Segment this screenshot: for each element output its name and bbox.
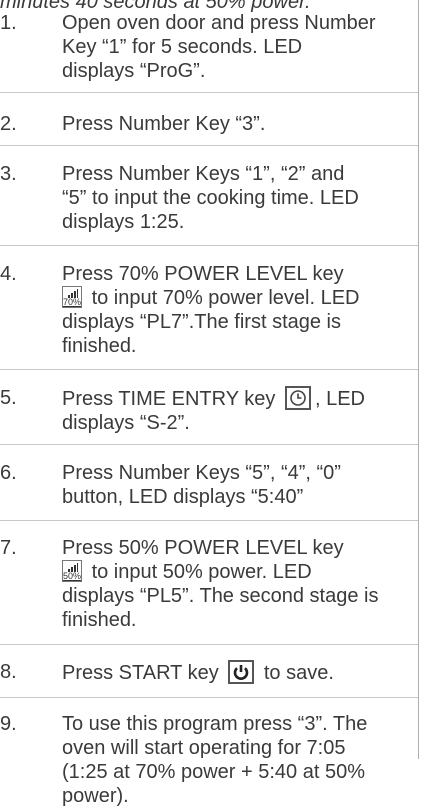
step-line: 50% to input 50% power. LED	[62, 560, 412, 584]
step-text: Press 50% POWER LEVEL key 50% to input 5…	[62, 536, 412, 632]
step-number: 6.	[0, 462, 17, 484]
step-text: To use this program press “3”. The oven …	[62, 712, 412, 808]
manual-page: minutes 40 seconds at 50% power. 1. Open…	[0, 0, 422, 807]
divider	[0, 369, 418, 370]
step-line: displays “ProG”.	[62, 60, 206, 82]
power-start-icon	[228, 660, 255, 684]
step-text: Press Number Keys “5”, “4”, “0” button, …	[62, 461, 412, 509]
divider	[0, 520, 418, 521]
step-5: 5. Press TIME ENTRY key , LED displays “…	[0, 386, 418, 434]
step-line: Press Number Keys “5”, “4”, “0”	[62, 462, 341, 484]
step-6: 6. Press Number Keys “5”, “4”, “0” butto…	[0, 461, 418, 509]
step-number: 2.	[0, 113, 17, 135]
step-line: To use this program press “3”. The	[62, 713, 368, 735]
step-text-fragment: to input 70% power level. LED	[91, 287, 360, 309]
step-8: 8. Press START key to save.	[0, 660, 418, 684]
step-text-fragment: to save.	[263, 662, 334, 684]
step-line: 70% to input 70% power level. LED	[62, 286, 412, 310]
step-line: Press 50% POWER LEVEL key	[62, 537, 344, 559]
power-level-50-key-icon: 50%	[62, 560, 82, 582]
step-line: finished.	[62, 609, 137, 631]
step-line: power).	[62, 785, 129, 807]
step-9: 9. To use this program press “3”. The ov…	[0, 712, 418, 808]
step-line: finished.	[62, 335, 137, 357]
step-number: 5.	[0, 387, 17, 409]
divider	[0, 644, 418, 645]
step-number: 8.	[0, 661, 17, 683]
step-line: (1:25 at 70% power + 5:40 at 50%	[62, 761, 365, 783]
step-text: Open oven door and press Number Key “1” …	[62, 11, 412, 83]
step-line: oven will start operating for 7:05	[62, 737, 346, 759]
power-key-label: 70%	[63, 297, 82, 307]
step-number: 7.	[0, 537, 17, 559]
step-number: 4.	[0, 263, 17, 285]
step-text: Press TIME ENTRY key , LED displays “S-2…	[62, 386, 412, 435]
step-line: Open oven door and press Number	[62, 12, 376, 34]
divider	[0, 145, 418, 146]
divider	[0, 697, 418, 698]
step-number: 3.	[0, 163, 17, 185]
step-line: Key “1” for 5 seconds. LED	[62, 36, 303, 58]
step-1: 1. Open oven door and press Number Key “…	[0, 11, 418, 83]
power-level-70-key-icon: 70%	[62, 286, 82, 308]
divider	[0, 92, 418, 93]
power-key-label: 50%	[63, 571, 82, 581]
step-line: button, LED displays “5:40”	[62, 486, 304, 508]
step-number: 1.	[0, 12, 17, 34]
step-text: Press Number Keys “1”, “2” and “5” to in…	[62, 162, 412, 234]
step-2: 2. Press Number Key “3”.	[0, 112, 418, 136]
step-3: 3. Press Number Keys “1”, “2” and “5” to…	[0, 162, 418, 234]
step-line: Press Number Keys “1”, “2” and	[62, 163, 345, 185]
step-text: Press 70% POWER LEVEL key 70% to input 7…	[62, 262, 412, 358]
step-line: Press 70% POWER LEVEL key	[62, 263, 344, 285]
step-text: Press START key to save.	[62, 660, 412, 685]
column-rule	[418, 0, 419, 759]
step-7: 7. Press 50% POWER LEVEL key 50% to inpu…	[0, 536, 418, 632]
step-text-fragment: Press START key	[62, 662, 219, 684]
divider	[0, 444, 418, 445]
step-line: displays 1:25.	[62, 211, 185, 233]
step-text: Press Number Key “3”.	[62, 112, 412, 136]
step-text-fragment: Press TIME ENTRY key	[62, 388, 276, 410]
step-line: displays “PL5”. The second stage is	[62, 585, 379, 607]
step-line: Press Number Key “3”.	[62, 113, 266, 135]
step-line: Press TIME ENTRY key , LED	[62, 386, 412, 411]
step-line: displays “PL7”.The first stage is	[62, 311, 341, 333]
step-line: “5” to input the cooking time. LED	[62, 187, 359, 209]
step-line: Press START key to save.	[62, 660, 412, 685]
divider	[0, 245, 418, 246]
clock-icon	[284, 386, 311, 410]
step-text-fragment: , LED	[314, 388, 365, 410]
step-4: 4. Press 70% POWER LEVEL key 70% to inpu…	[0, 262, 418, 358]
step-number: 9.	[0, 713, 17, 735]
step-line: displays “S-2”.	[62, 412, 190, 434]
step-text-fragment: to input 50% power. LED	[91, 561, 312, 583]
